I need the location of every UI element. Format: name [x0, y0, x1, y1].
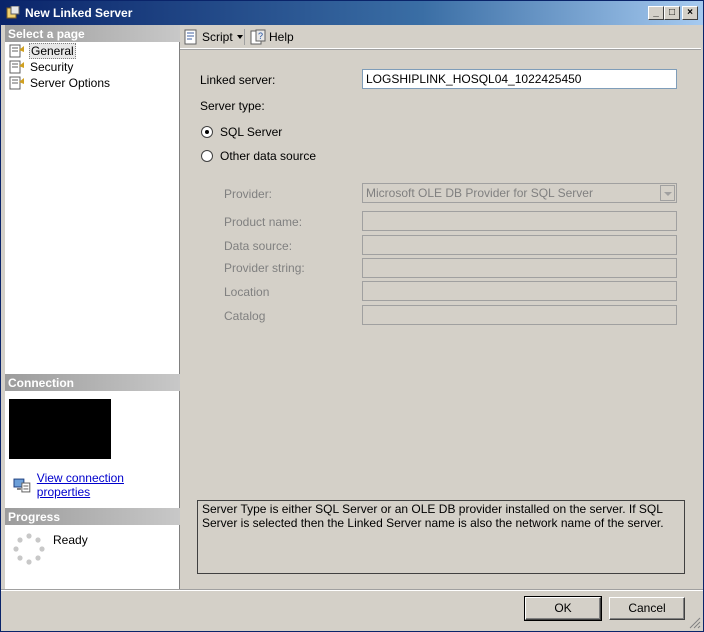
- toolbar: Script ? Help: [180, 25, 701, 49]
- other-data-source-radio[interactable]: Other data source: [201, 149, 316, 163]
- script-button[interactable]: Script: [183, 28, 233, 46]
- catalog-label: Catalog: [224, 309, 266, 323]
- script-dropdown-icon[interactable]: [237, 35, 243, 39]
- product-name-input[interactable]: [362, 211, 677, 231]
- sql-server-radio[interactable]: SQL Server: [201, 125, 282, 139]
- view-connection-properties-link[interactable]: View connection properties: [13, 471, 179, 499]
- view-connection-properties-label[interactable]: View connection properties: [37, 471, 179, 499]
- provider-string-input[interactable]: [362, 258, 677, 278]
- resize-grip-icon[interactable]: [689, 617, 701, 629]
- catalog-input[interactable]: [362, 305, 677, 325]
- script-label: Script: [202, 30, 233, 44]
- chevron-down-icon[interactable]: [660, 185, 675, 201]
- page-item-label: Server Options: [30, 76, 111, 90]
- provider-label: Provider:: [224, 187, 273, 201]
- ok-button[interactable]: OK: [524, 596, 602, 621]
- connection-properties-icon: [13, 478, 31, 493]
- help-label: Help: [269, 30, 294, 44]
- select-page-header: Select a page: [5, 25, 180, 42]
- page-item-server-options[interactable]: Server Options: [9, 75, 111, 91]
- page-item-label: Security: [30, 60, 74, 74]
- toolbar-separator: [244, 29, 245, 45]
- page-item-security[interactable]: Security: [9, 59, 74, 75]
- svg-text:?: ?: [258, 31, 263, 41]
- window-title: New Linked Server: [25, 6, 133, 20]
- bottom-divider: [1, 589, 703, 591]
- location-label: Location: [224, 285, 270, 299]
- maximize-button[interactable]: □: [664, 6, 680, 20]
- page-icon: [9, 60, 24, 74]
- help-button[interactable]: ? Help: [250, 28, 294, 46]
- other-data-source-label: Other data source: [220, 149, 317, 163]
- provider-select[interactable]: Microsoft OLE DB Provider for SQL Server: [362, 183, 677, 203]
- progress-header: Progress: [5, 508, 180, 525]
- linked-server-label: Linked server:: [200, 73, 276, 87]
- data-source-input[interactable]: [362, 235, 677, 255]
- location-input[interactable]: [362, 281, 677, 301]
- product-name-label: Product name:: [224, 215, 303, 229]
- provider-value: Microsoft OLE DB Provider for SQL Server: [366, 186, 593, 200]
- close-button[interactable]: ×: [682, 6, 698, 20]
- progress-status: Ready: [53, 533, 88, 547]
- cancel-button[interactable]: Cancel: [609, 597, 685, 620]
- left-panel: Select a page General Security Server Op…: [5, 25, 180, 589]
- title-bar[interactable]: New Linked Server _ □ ×: [1, 1, 703, 25]
- minimize-button[interactable]: _: [648, 6, 664, 20]
- provider-string-label: Provider string:: [224, 261, 305, 275]
- script-icon: [184, 29, 197, 45]
- page-item-label: General: [29, 43, 76, 59]
- radio-checked-icon: [201, 126, 213, 138]
- data-source-label: Data source:: [224, 239, 293, 253]
- page-icon: [9, 76, 24, 90]
- connection-header: Connection: [5, 374, 180, 391]
- linked-server-icon: [6, 6, 20, 19]
- server-type-label: Server type:: [200, 99, 265, 113]
- connection-info-redacted: [9, 399, 111, 459]
- new-linked-server-dialog: New Linked Server _ □ × Select a page Ge…: [0, 0, 704, 632]
- page-icon: [9, 44, 24, 58]
- help-icon: ?: [250, 29, 266, 45]
- sql-server-label: SQL Server: [220, 125, 283, 139]
- server-type-description: Server Type is either SQL Server or an O…: [197, 500, 685, 574]
- main-panel: Script ? Help Linked server: LOGSHIPLINK…: [180, 25, 701, 589]
- linked-server-input[interactable]: LOGSHIPLINK_HOSQL04_1022425450: [362, 69, 677, 89]
- radio-unchecked-icon: [201, 150, 213, 162]
- page-item-general[interactable]: General: [9, 43, 76, 59]
- progress-spinner-icon: [13, 533, 45, 565]
